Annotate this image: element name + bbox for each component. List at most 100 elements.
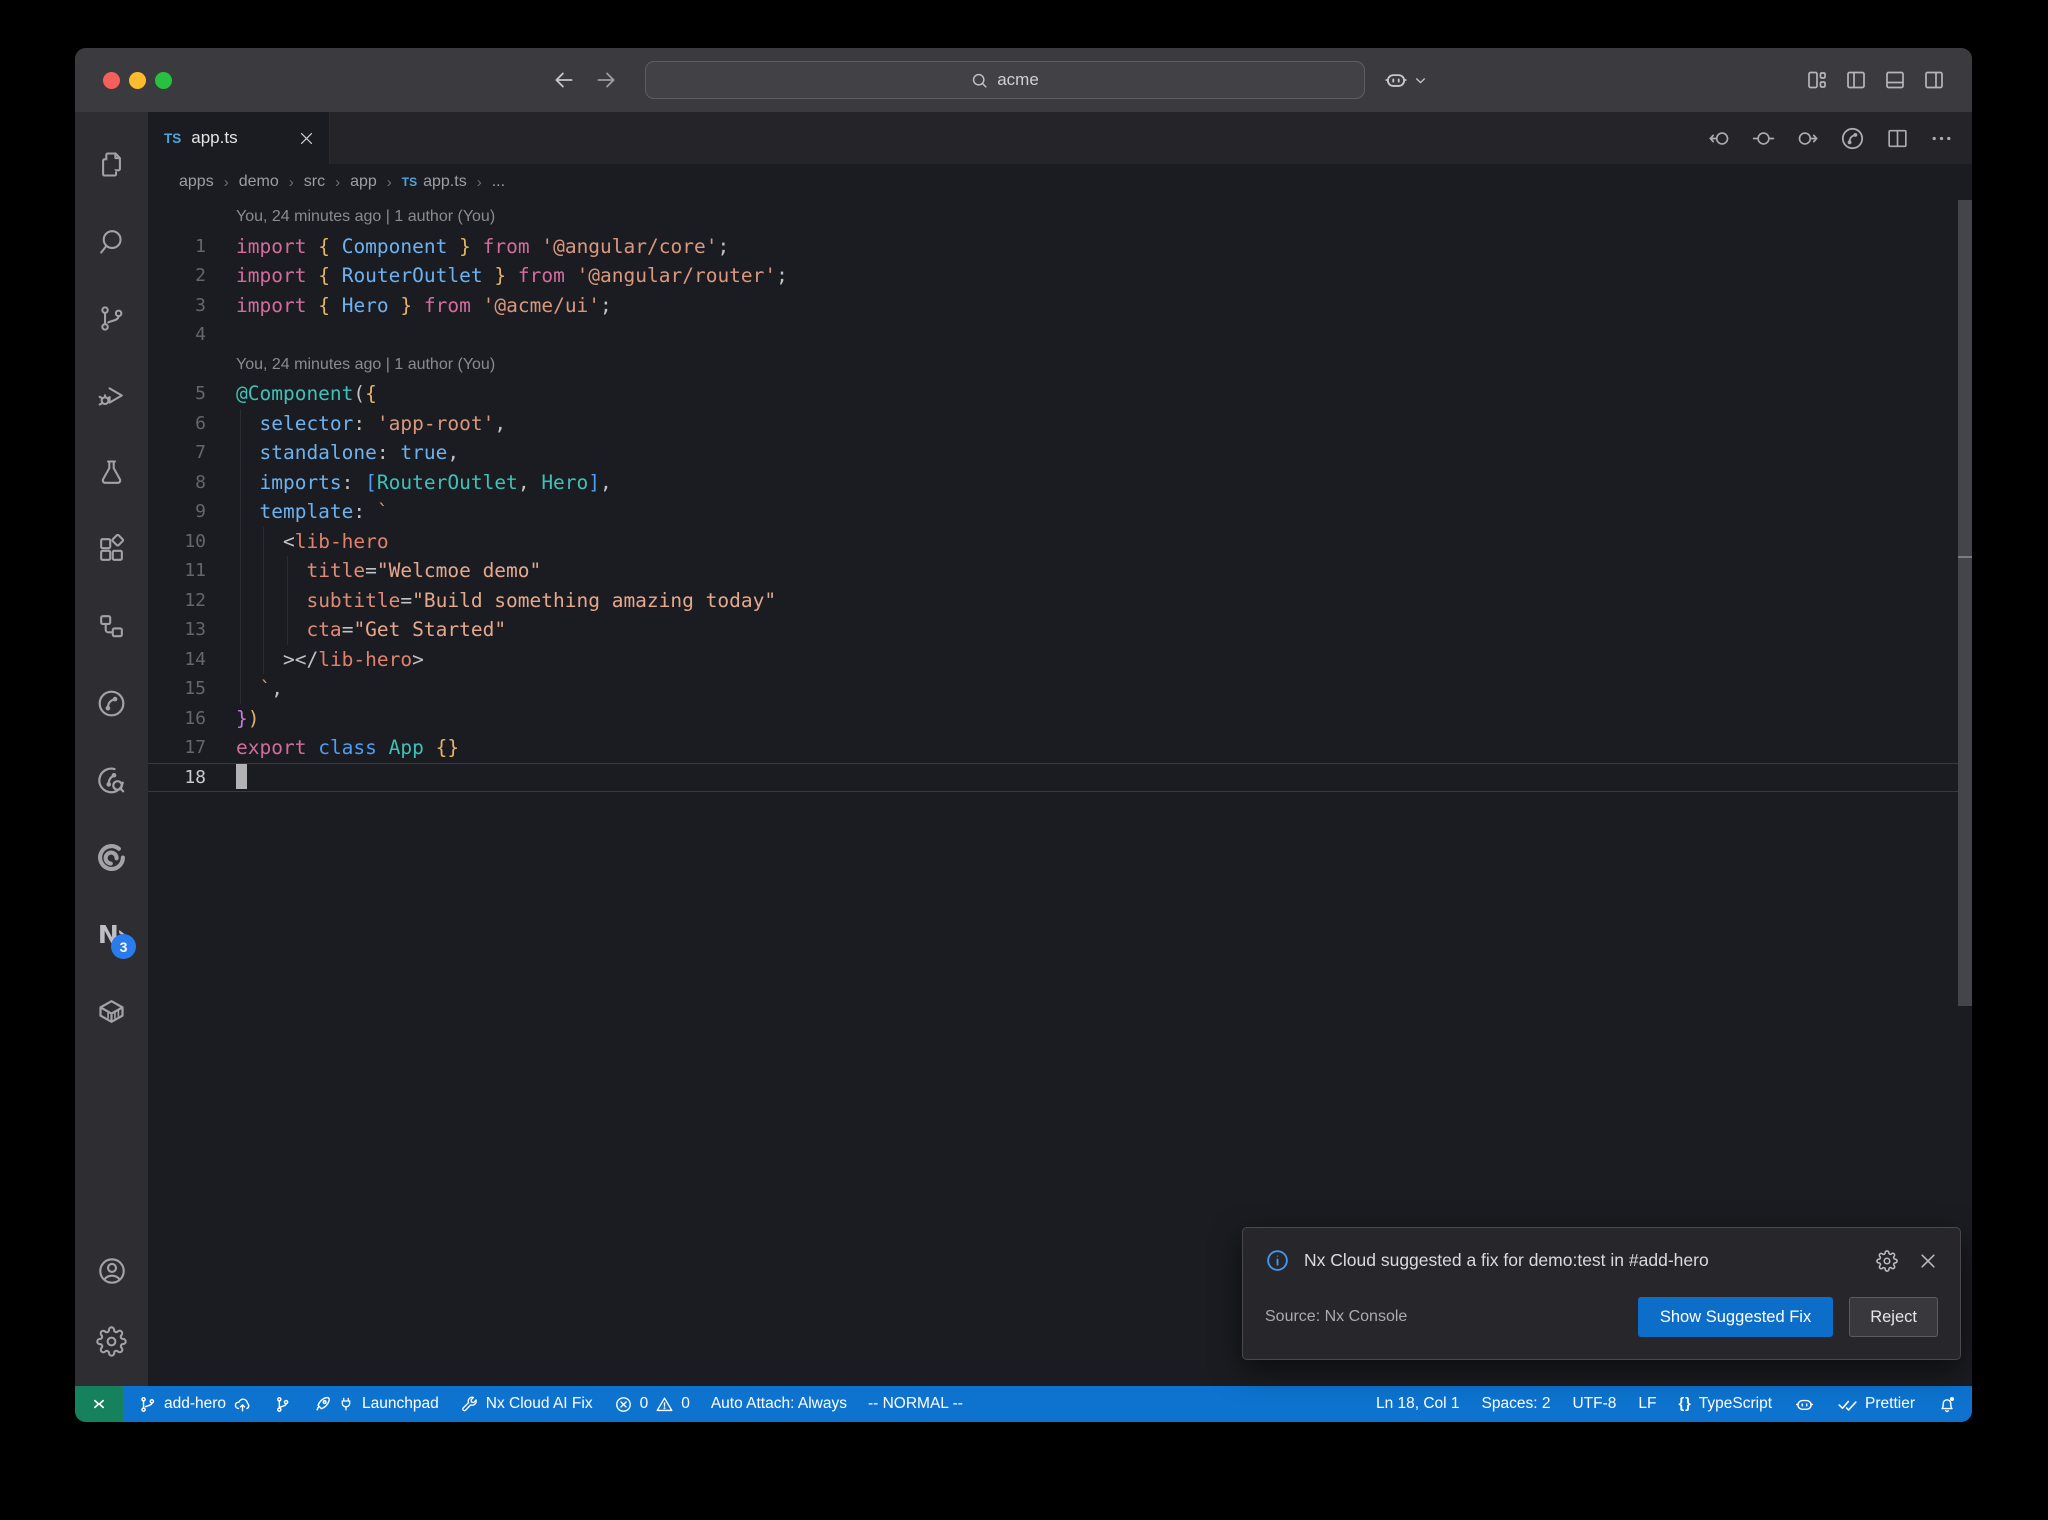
commit-search-icon[interactable] [75, 742, 148, 819]
container-tools-icon[interactable] [75, 973, 148, 1050]
explorer-icon[interactable] [75, 126, 148, 203]
more-actions-icon[interactable] [1929, 126, 1954, 151]
git-graph-button-icon[interactable] [1839, 125, 1866, 152]
customize-layout-icon[interactable] [1805, 68, 1829, 92]
commit-graph-item[interactable] [273, 1395, 292, 1414]
git-blame-annotation[interactable]: You, 24 minutes ago | 1 author (You) [148, 202, 1972, 232]
line-number[interactable]: 6 [148, 409, 206, 439]
settings-gear-icon[interactable] [75, 1306, 148, 1376]
line-number[interactable]: 14 [148, 645, 206, 675]
code-line[interactable]: 5 @Component({ [148, 379, 1972, 409]
notifications-bell-item[interactable] [1937, 1394, 1957, 1414]
notification-settings-icon[interactable] [1876, 1249, 1898, 1272]
toggle-secondary-sidebar-icon[interactable] [1922, 68, 1946, 92]
nav-current-icon[interactable] [1751, 126, 1776, 151]
code-line[interactable]: 18 [148, 763, 1972, 793]
line-number[interactable]: 13 [148, 615, 206, 645]
nav-forward-icon[interactable] [1795, 126, 1820, 151]
git-graph-icon[interactable] [75, 665, 148, 742]
code-line[interactable]: 16}) [148, 704, 1972, 734]
accounts-icon[interactable] [75, 1236, 148, 1306]
line-number[interactable]: 1 [148, 232, 206, 262]
breadcrumb-item[interactable]: demo [239, 173, 279, 191]
git-branch-item[interactable]: add-hero [138, 1395, 252, 1414]
line-number[interactable]: 17 [148, 733, 206, 763]
indentation-item[interactable]: Spaces: 2 [1482, 1395, 1551, 1413]
code-line[interactable]: 10 <lib-hero [148, 526, 1972, 557]
editor-scrollbar[interactable] [1958, 200, 1972, 1386]
git-blame-annotation[interactable]: You, 24 minutes ago | 1 author (You) [148, 350, 1972, 380]
code-line[interactable]: 3 import { Hero } from '@acme/ui'; [148, 291, 1972, 321]
breadcrumb-item[interactable]: app [350, 173, 377, 191]
eol-item[interactable]: LF [1638, 1395, 1656, 1413]
code-line[interactable]: 9 template: ` [148, 497, 1972, 527]
line-number[interactable]: 12 [148, 586, 206, 616]
extensions-icon[interactable] [75, 511, 148, 588]
encoding-item[interactable]: UTF-8 [1572, 1395, 1616, 1413]
testing-icon[interactable] [75, 434, 148, 511]
breadcrumb-item[interactable]: TS app.ts [402, 173, 467, 191]
line-number[interactable]: 10 [148, 527, 206, 557]
nx-console-icon[interactable]: N› 3 [75, 896, 148, 973]
scrollbar-thumb[interactable] [1958, 200, 1972, 1007]
toggle-panel-icon[interactable] [1883, 68, 1907, 92]
code-line[interactable]: 14 ></lib-hero> [148, 644, 1972, 675]
line-number[interactable]: 16 [148, 704, 206, 734]
toggle-primary-sidebar-icon[interactable] [1844, 68, 1868, 92]
breadcrumb-item[interactable]: apps [179, 173, 214, 191]
copilot-menu[interactable] [1383, 67, 1427, 93]
code-line[interactable]: 12 subtitle="Build something amazing tod… [148, 585, 1972, 616]
show-suggested-fix-button[interactable]: Show Suggested Fix [1637, 1297, 1834, 1337]
code-line[interactable]: 1 import { Component } from '@angular/cor… [148, 232, 1972, 262]
problems-item[interactable]: 0 0 [614, 1395, 690, 1414]
reject-button[interactable]: Reject [1849, 1297, 1938, 1337]
breadcrumb-item[interactable]: src [304, 173, 325, 191]
split-editor-icon[interactable] [1885, 126, 1910, 151]
search-view-icon[interactable] [75, 203, 148, 280]
line-number[interactable]: 7 [148, 438, 206, 468]
auto-attach-item[interactable]: Auto Attach: Always [711, 1395, 847, 1413]
line-number[interactable]: 18 [148, 763, 206, 793]
code-line[interactable]: 13 cta="Get Started" [148, 615, 1972, 645]
code-editor[interactable]: You, 24 minutes ago | 1 author (You) 1 imp… [148, 200, 1972, 1386]
command-center-search[interactable]: acme [644, 61, 1365, 99]
code-line[interactable]: 15 `, [148, 674, 1972, 704]
minimize-window-button[interactable] [129, 71, 146, 89]
source-control-icon[interactable] [75, 280, 148, 357]
code-line[interactable]: 17 export class App {} [148, 733, 1972, 763]
line-number[interactable]: 5 [148, 379, 206, 409]
code-line[interactable]: 6 selector: 'app-root', [148, 408, 1972, 439]
formatter-item[interactable]: Prettier [1837, 1394, 1915, 1415]
cursor-position-item[interactable]: Ln 18, Col 1 [1376, 1395, 1460, 1413]
hierarchy-icon[interactable] [75, 588, 148, 665]
code-line[interactable]: 11 title="Welcmoe demo" [148, 556, 1972, 586]
line-number[interactable]: 3 [148, 291, 206, 321]
code-line[interactable]: 4 [148, 320, 1972, 350]
line-number[interactable]: 2 [148, 261, 206, 291]
breadcrumb-item[interactable]: ... [492, 173, 505, 191]
line-number[interactable]: 9 [148, 497, 206, 527]
nx-cloud-ai-fix-item[interactable]: Nx Cloud AI Fix [460, 1395, 593, 1414]
copilot-status-item[interactable] [1794, 1394, 1815, 1415]
line-number[interactable]: 8 [148, 468, 206, 498]
notification-close-icon[interactable] [1918, 1251, 1938, 1271]
code-line[interactable]: 7 standalone: true, [148, 438, 1972, 468]
tab-close-icon[interactable] [298, 130, 315, 147]
line-number[interactable]: 15 [148, 674, 206, 704]
code-line[interactable]: 2 import { RouterOutlet } from '@angular/… [148, 261, 1972, 291]
history-back-icon[interactable] [551, 67, 577, 93]
nav-back-icon[interactable] [1707, 126, 1732, 151]
zoom-window-button[interactable] [155, 71, 172, 89]
tab-app-ts[interactable]: TS app.ts [148, 112, 330, 164]
language-mode-item[interactable]: {} TypeScript [1679, 1395, 1773, 1413]
launchpad-item[interactable]: Launchpad [313, 1394, 439, 1414]
line-number[interactable]: 11 [148, 556, 206, 586]
code-line[interactable]: 8 imports: [RouterOutlet, Hero], [148, 467, 1972, 498]
remote-indicator[interactable] [75, 1386, 123, 1422]
vim-mode-item[interactable]: -- NORMAL -- [868, 1395, 963, 1413]
line-number[interactable] [148, 350, 206, 380]
line-number[interactable]: 4 [148, 320, 206, 350]
run-and-debug-icon[interactable] [75, 357, 148, 434]
edge-browser-icon[interactable] [75, 819, 148, 896]
close-window-button[interactable] [103, 71, 120, 89]
